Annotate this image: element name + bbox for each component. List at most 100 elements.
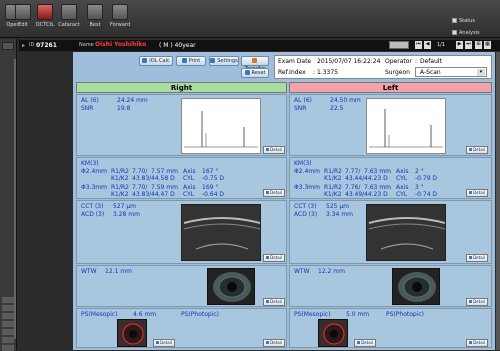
patient-id-label: ID (29, 42, 35, 48)
best-button[interactable]: Best (82, 2, 108, 36)
left-al-section: AL (6) 24.50 mm SNR 22.5 Detail (289, 94, 492, 156)
left-km-section: KM(3) Φ2.4mm R1/R2 7.77/ 7.63 mm Axis 2 … (289, 157, 492, 199)
analysis-checkbox[interactable]: Analysis (452, 30, 480, 36)
grid-icon[interactable]: ▦ (484, 41, 491, 49)
detail-icon (266, 341, 270, 344)
octctl-icon (37, 4, 53, 20)
panel-list-item[interactable] (2, 329, 14, 335)
snr-value: 19.8 (117, 105, 131, 112)
cataract-icon (61, 4, 77, 20)
cct-label: CCT (3) (294, 203, 317, 210)
al-value: 24.24 mm (117, 97, 148, 104)
detail-icon (266, 148, 270, 151)
transfer-button[interactable]: Transfer (241, 56, 269, 72)
al-label: AL (6) (294, 97, 312, 104)
chevron-down-icon: ▾ (477, 69, 485, 76)
iol-calc-icon (142, 58, 148, 63)
ref-index-label: Ref.Index (278, 69, 306, 76)
detail-button[interactable]: Detail (153, 339, 175, 347)
iris-graphic (398, 272, 436, 302)
last-page-button[interactable]: ⏭ (465, 41, 472, 49)
cct-value: 525 μm (326, 203, 350, 210)
detail-button[interactable]: Detail (466, 189, 488, 197)
left-side-panel (0, 39, 17, 351)
patient-id: 07261 (36, 42, 57, 49)
patient-sex-age: ( M ) 40year (159, 42, 196, 49)
reset-button[interactable]: Reset (241, 68, 269, 78)
surgeon-select[interactable]: A-Scan ▾ (415, 67, 487, 77)
biometry-report: IOL Calc Print Settings Transfer Reset E… (73, 52, 495, 350)
main-scrollbar[interactable] (496, 52, 500, 350)
panel-list-item[interactable] (2, 321, 14, 327)
detail-button[interactable]: Detail (466, 298, 488, 306)
mesopic-pupil-image (318, 319, 348, 347)
cornea-scan-graphic (368, 217, 445, 250)
pupil-graphic (323, 323, 345, 345)
reset-icon (244, 70, 250, 75)
detail-button[interactable]: Detail (263, 254, 285, 262)
ps-mesopic-label: PS(Mesopic) (81, 311, 118, 318)
ps-mesopic-label: PS(Mesopic) (294, 311, 331, 318)
detail-button[interactable]: Detail (263, 146, 285, 154)
detail-button[interactable]: Detail (466, 146, 488, 154)
ps-mesopic-value: 5.0 mm (346, 311, 370, 318)
settings-icon (210, 58, 216, 63)
panel-menu-icon[interactable] (2, 42, 14, 50)
detail-button[interactable]: Detail (263, 189, 285, 197)
pupil-graphic (122, 323, 144, 345)
right-wtw-section: WTW 12.1 mm Detail (76, 265, 287, 307)
next-page-button[interactable]: ▶ (456, 41, 463, 49)
snr-value: 22.5 (330, 105, 344, 112)
panel-list-item[interactable] (2, 345, 14, 351)
al-label: AL (6) (81, 97, 99, 104)
settings-button[interactable]: Settings (209, 56, 239, 66)
view-toggle-button[interactable] (389, 41, 409, 49)
detail-button[interactable]: Detail (466, 254, 488, 262)
right-al-section: AL (6) 24.24 mm SNR 19.8 Detail (76, 94, 287, 156)
zoom-icon[interactable]: ⊞ (475, 41, 482, 49)
right-km-section: KM(3) Φ2.4mm R1/R2 7.70/ 7.57 mm Axis 16… (76, 157, 287, 199)
ref-index-value: 1.3375 (317, 69, 338, 76)
patient-bar: ▸ ID 07261 Name Oishi Yoshihiko ( M ) 40… (19, 40, 500, 51)
page-indicator: 1/1 (437, 42, 446, 48)
print-button[interactable]: Print (176, 56, 206, 66)
panel-scrollbar[interactable] (14, 59, 16, 339)
detail-icon (469, 148, 473, 151)
operator-value: Default (420, 58, 442, 65)
octctl-button[interactable]: OCTCtL (32, 2, 58, 36)
iris-image (392, 268, 440, 305)
detail-button[interactable]: Detail (263, 298, 285, 306)
wtw-label: WTW (294, 268, 310, 275)
panel-list-item[interactable] (2, 305, 14, 311)
expand-icon[interactable]: ▸ (22, 42, 25, 49)
status-checkbox[interactable]: Status (452, 18, 475, 24)
waveform-graph (184, 111, 258, 148)
panel-list-item[interactable] (2, 313, 14, 319)
cct-value: 527 μm (113, 203, 137, 210)
ps-photopic-label: PS(Photopic) (386, 311, 424, 318)
panel-list-item[interactable] (2, 337, 14, 343)
anterior-segment-image (366, 204, 446, 261)
detail-button[interactable]: Detail (354, 339, 376, 347)
prev-page-button[interactable]: ◀ (424, 41, 431, 49)
left-eye-header: Left (289, 82, 492, 93)
ps-mesopic-value: 4.6 mm (133, 311, 157, 318)
detail-button[interactable]: Detail (466, 339, 488, 347)
iol-calc-button[interactable]: IOL Calc (139, 56, 173, 66)
anterior-segment-image (181, 204, 261, 261)
first-page-button[interactable]: ⏮ (415, 41, 422, 49)
left-wtw-section: WTW 12.2 mm Detail (289, 265, 492, 307)
left-cct-acd-section: CCT (3) 525 μm ACD (3) 3.34 mm Detail (289, 200, 492, 264)
forward-button[interactable]: Forward (107, 2, 133, 36)
print-icon (181, 58, 187, 63)
checkbox-icon (452, 30, 457, 35)
a-scan-waveform (181, 98, 261, 154)
detail-button[interactable]: Detail (263, 339, 285, 347)
a-scan-waveform (366, 98, 446, 154)
acd-value: 3.34 mm (326, 211, 353, 218)
cornea-scan-graphic (183, 217, 260, 250)
wtw-label: WTW (81, 268, 97, 275)
cataract-button[interactable]: Cataract (56, 2, 82, 36)
panel-list-item[interactable] (2, 297, 14, 303)
detail-icon (266, 300, 270, 303)
